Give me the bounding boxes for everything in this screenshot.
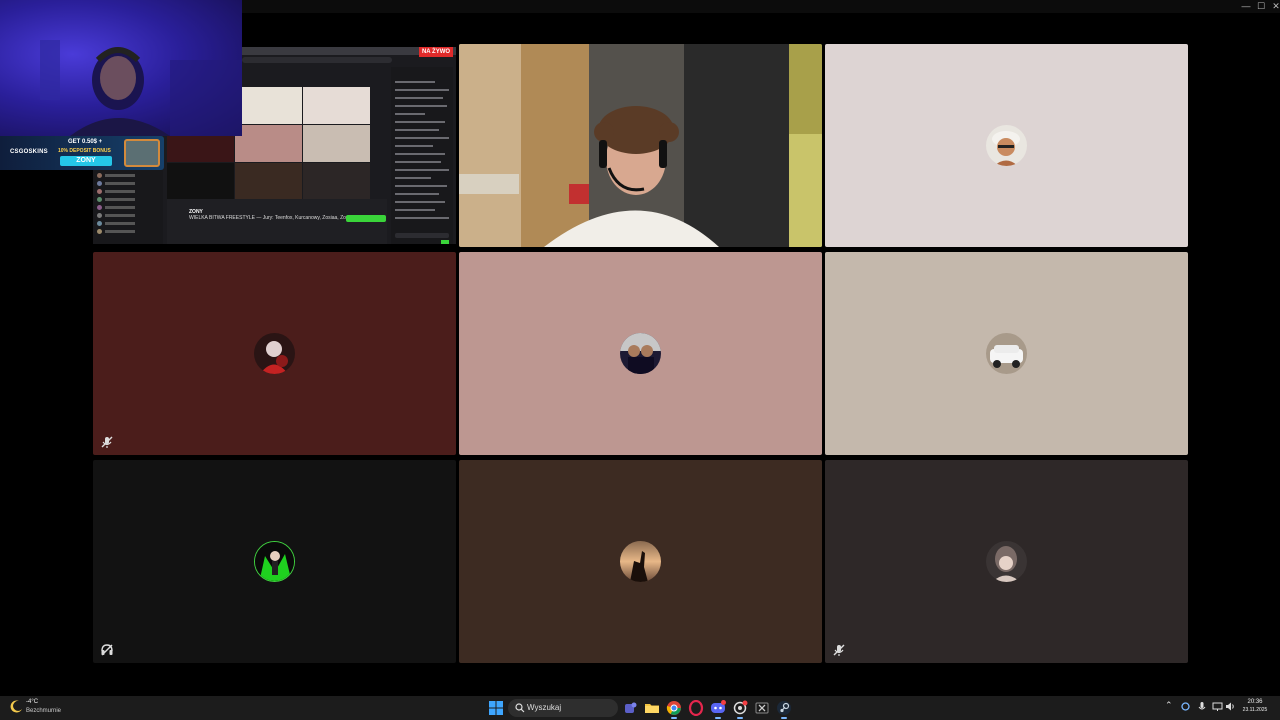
participant-avatar [254, 541, 295, 582]
participant-tile[interactable] [459, 252, 822, 455]
close-button[interactable]: ✕ [1268, 0, 1280, 13]
moon-icon[interactable] [10, 700, 23, 713]
streamer-webcam-overlay [0, 0, 242, 136]
banner-offer-line: GET 0.50$ + [68, 139, 103, 145]
stream-title: WIELKA BITWA FREESTYLE — Jury: Teenfox, … [189, 215, 352, 221]
live-badge: NA ŻYWO [419, 47, 453, 57]
sponsor-logo: CSGOSKINS [10, 149, 48, 155]
sponsor-banner: CSGOSKINS GET 0.50$ + 10% DEPOSIT BONUS … [0, 136, 164, 170]
stream-follow-button [346, 215, 386, 222]
participant-tile[interactable] [93, 252, 456, 455]
participant-tile[interactable] [825, 252, 1188, 455]
teams-icon[interactable] [622, 700, 638, 716]
taskbar: -4°C Bezchmurnie Wyszukaj ⌃ 20:36 23.11.… [0, 696, 1280, 720]
search-icon [515, 703, 525, 713]
chevron-up-icon[interactable]: ⌃ [1165, 701, 1173, 710]
steam-icon[interactable] [776, 700, 792, 719]
participant-tile-camera[interactable] [459, 44, 822, 247]
sync-icon[interactable] [1180, 701, 1191, 712]
stream-address-bar [242, 57, 392, 63]
chrome-icon[interactable] [666, 700, 682, 719]
file-explorer-icon[interactable] [644, 700, 660, 716]
clock-date: 23.11.2025 [1242, 707, 1268, 713]
search-placeholder: Wyszukaj [527, 703, 562, 712]
microphone-muted-icon [101, 436, 113, 448]
banner-bonus-line: 10% DEPOSIT BONUS [58, 148, 111, 154]
participant-tile[interactable] [825, 44, 1188, 247]
participant-avatar [620, 333, 661, 374]
stream-channel-list [93, 167, 163, 244]
deafened-icon [101, 644, 113, 656]
volume-icon[interactable] [1225, 701, 1236, 712]
excel-icon[interactable] [754, 700, 770, 716]
participant-tile[interactable] [459, 460, 822, 663]
windows-start-icon[interactable] [489, 701, 503, 715]
participant-avatar [986, 541, 1027, 582]
weather-condition[interactable]: Bezchmurnie [26, 708, 61, 714]
camera-feed [459, 44, 822, 247]
system-clock[interactable]: 20:36 23.11.2025 [1238, 699, 1272, 713]
taskbar-search-box[interactable]: Wyszukaj [508, 699, 618, 717]
microphone-icon[interactable] [1197, 701, 1207, 712]
stream-chat [391, 67, 453, 244]
network-icon[interactable] [1212, 701, 1223, 712]
minimize-button[interactable]: — [1238, 0, 1254, 13]
chatgpt-icon[interactable] [732, 700, 748, 719]
microphone-muted-icon [833, 644, 845, 656]
participant-tile[interactable] [93, 460, 456, 663]
banner-promo-code: ZONY [60, 156, 112, 166]
weather-temperature[interactable]: -4°C [26, 699, 38, 705]
clock-time: 20:36 [1247, 699, 1263, 705]
maximize-button[interactable]: ☐ [1253, 0, 1269, 13]
opera-gx-icon[interactable] [688, 699, 704, 717]
participant-avatar [986, 333, 1027, 374]
participant-tile[interactable] [825, 460, 1188, 663]
case-icon [124, 139, 160, 167]
discord-icon[interactable] [710, 700, 726, 719]
participant-avatar [254, 333, 295, 374]
participant-avatar [620, 541, 661, 582]
participant-avatar [986, 125, 1027, 166]
